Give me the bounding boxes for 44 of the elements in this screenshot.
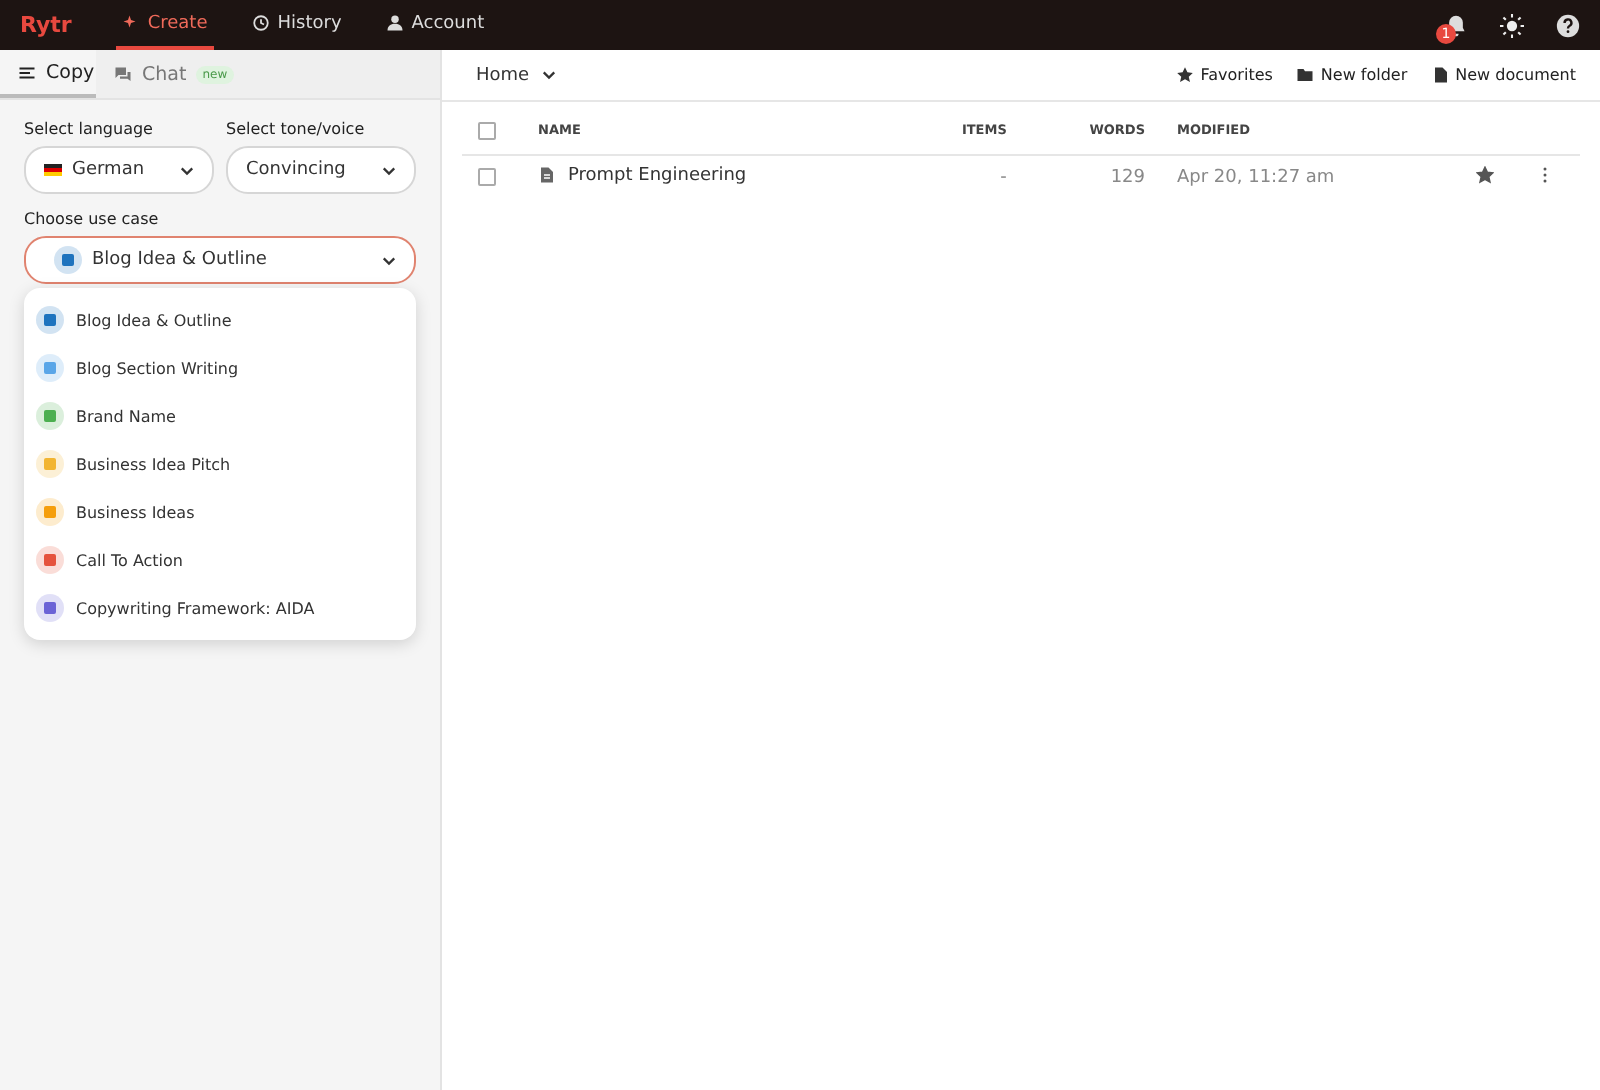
clock-icon [251,14,270,32]
document-icon [1431,66,1450,84]
help-icon[interactable] [1556,13,1580,37]
caret-icon [382,165,396,175]
star-icon [1176,66,1195,84]
select-all-checkbox[interactable] [478,121,496,139]
logo[interactable]: Rytr [20,12,72,38]
field-label: Select tone/voice [226,120,367,138]
table-cell: Apr 20, 11:27 am [1177,168,1335,188]
use-case-select[interactable]: Blog Idea & Outline [24,236,416,284]
document-link[interactable]: Prompt Engineering [538,165,747,186]
row-checkbox[interactable] [478,168,496,187]
menu-item[interactable]: Blog Idea & Outline [24,296,416,344]
lines-icon [18,63,36,81]
flag-icon [44,164,62,176]
menu-item[interactable]: Call To Action [24,536,416,584]
sparkle-icon [121,14,140,32]
caret-icon [382,255,396,265]
document-icon [538,166,556,185]
language-select[interactable]: German [24,146,214,194]
breadcrumb-dropdown[interactable]: Home [476,65,556,85]
table-cell: 129 [1110,168,1145,188]
toolbar-button[interactable]: New folder [1296,66,1408,84]
caret-icon [541,70,556,80]
user-icon [385,14,404,32]
menu-item[interactable]: Business Idea Pitch [24,440,416,488]
tone-select[interactable]: Convincing [226,146,416,194]
toolbar-button[interactable]: New document [1431,66,1576,84]
sidebar-tab[interactable]: Copy [0,50,96,98]
toolbar-button[interactable]: Favorites [1176,66,1273,84]
menu-item[interactable]: Blog Section Writing [24,344,416,392]
nav-tab[interactable]: Account [379,0,491,50]
menu-item[interactable]: Copywriting Framework: AIDA [24,584,416,632]
caret-icon [180,165,194,175]
field-label: Choose use case [24,210,161,228]
field-label: Select language [24,120,155,138]
sun-icon[interactable] [1500,13,1524,37]
chat-icon [114,65,132,83]
folder-icon [1296,66,1315,84]
menu-item[interactable]: Business Ideas [24,488,416,536]
nav-tab[interactable]: History [245,0,348,50]
table-cell: - [1000,168,1007,188]
star-icon[interactable] [1476,166,1494,184]
menu-item[interactable]: Brand Name [24,392,416,440]
